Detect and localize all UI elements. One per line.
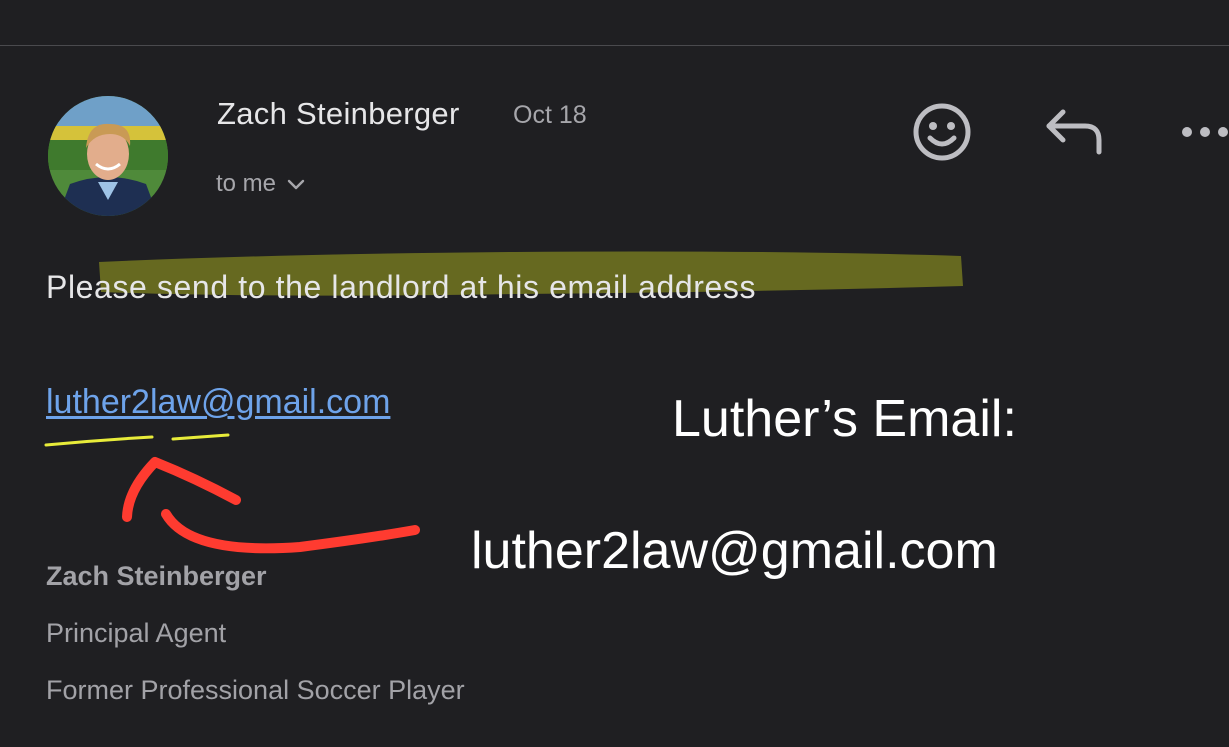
sender-name[interactable]: Zach Steinberger	[217, 96, 460, 132]
recipient-label: to me	[216, 170, 277, 197]
yellow-underline-1	[44, 435, 154, 447]
message-date: Oct 18	[513, 101, 587, 129]
signature-tagline: Former Professional Soccer Player	[46, 675, 465, 705]
signature-title: Principal Agent	[46, 618, 227, 648]
red-arrow-shaft	[161, 509, 420, 554]
email-link[interactable]: luther2law@gmail.com	[46, 383, 390, 422]
recipient-toggle[interactable]: to me	[216, 170, 306, 198]
annotation-email: luther2law@gmail.com	[471, 522, 998, 580]
sender-avatar[interactable]	[48, 96, 168, 216]
avatar-photo	[48, 96, 168, 216]
more-options-button[interactable]	[1178, 118, 1229, 146]
message-body: Please send to the landlord at his email…	[46, 269, 757, 305]
annotation-heading: Luther’s Email:	[672, 390, 1017, 448]
red-arrow-head	[122, 457, 241, 522]
header-divider	[0, 45, 1229, 46]
emoji-reaction-button[interactable]	[910, 100, 974, 164]
yellow-underline-2	[171, 433, 230, 441]
chevron-down-icon	[286, 177, 306, 191]
signature-name: Zach Steinberger	[46, 561, 267, 591]
reply-button[interactable]	[1043, 106, 1107, 156]
